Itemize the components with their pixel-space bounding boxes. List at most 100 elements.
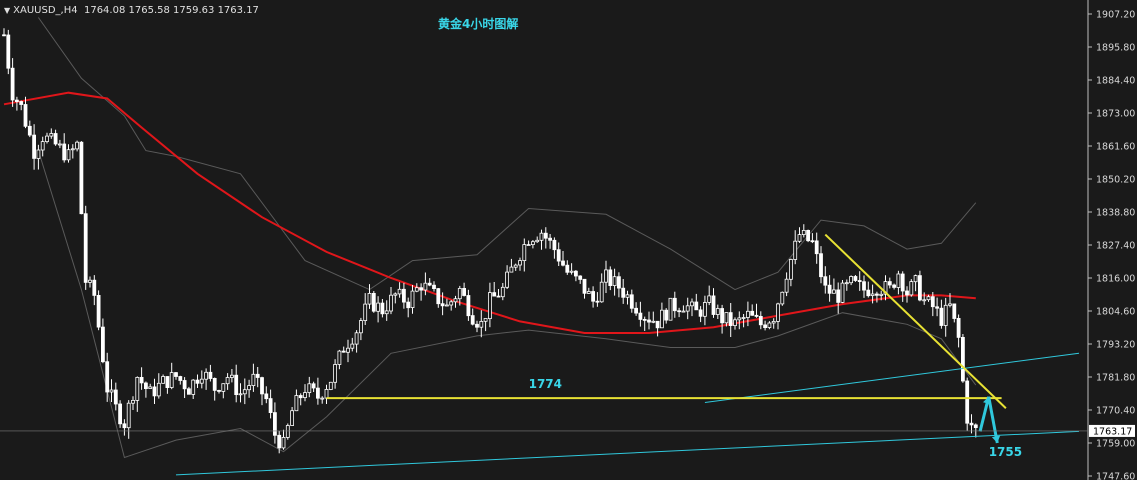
price-tick-label: 1781.80 [1096,373,1135,384]
candle-body [406,301,411,309]
candle-body [496,295,501,298]
candle-body [887,281,892,286]
chart-canvas: 1907.20 1895.80 1884.40 1873.00 1861.60 1850.… [0,0,1137,480]
candle-body [255,373,260,378]
candle-body [217,389,221,392]
candle-body [556,249,561,262]
candle-body [264,393,269,400]
candle-body [973,424,978,428]
candle-body [182,380,187,390]
candle-body [290,410,295,426]
last-price-label: 1763.17 [1093,426,1132,437]
candle-body [208,371,213,379]
candle-body [780,291,785,305]
candle-body [475,323,479,328]
candle-body [229,374,234,378]
candle-body [681,310,686,313]
candle-body [690,301,694,307]
candle-body [672,297,677,312]
candle-body [879,293,884,296]
candle-body [870,293,875,297]
chart-title: 黄金4小时图解 [438,17,519,31]
candle-body [922,299,927,302]
candle-body [186,388,191,395]
candle-body [6,34,11,69]
candle-body [371,292,376,312]
candle-body [333,364,338,383]
symbol-name: XAUUSD_,H4 [13,5,78,16]
candle-body [440,303,445,307]
candle-body [58,143,62,146]
candle-body [569,270,574,273]
candle-body [939,307,944,326]
candle-body [401,288,406,303]
candle-body [750,310,755,316]
candle-body [462,287,467,296]
candle-body [810,240,815,243]
candle-body [19,101,24,105]
price-tick-label: 1793.20 [1096,340,1135,351]
collapse-triangle-icon[interactable]: ▼ [4,6,10,15]
candle-body [797,234,802,242]
candle-body [234,374,239,396]
candle-body [427,282,432,286]
candle-body [165,376,170,389]
candle-body [70,148,75,151]
candle-body [703,302,707,317]
candle-body [268,398,273,414]
candle-body [277,434,282,449]
candle-body [892,284,896,288]
support-level-label: 1774 [529,377,562,391]
candle-body [148,386,153,389]
candle-body [2,34,6,37]
candle-body [531,241,535,245]
candle-body [875,293,879,296]
candle-body [96,294,101,328]
candle-body [694,301,699,311]
candle-body [75,141,79,150]
candle-body [479,320,484,328]
candle-body [509,266,514,273]
candle-body [285,425,290,438]
candle-body [574,270,578,277]
candle-body [487,292,492,320]
candle-body [410,290,415,309]
candle-body [651,320,656,323]
candle-body [767,322,772,328]
candle-body [840,282,845,303]
candle-body [827,284,832,294]
candle-body [789,259,793,280]
candle-body [655,320,660,329]
candle-body [384,310,389,315]
candle-body [793,240,798,260]
candle-body [552,239,557,251]
candle-body [715,308,720,315]
candle-body [599,281,604,303]
candle-body [303,392,307,399]
candle-body [36,149,41,159]
candle-body [346,347,350,353]
candle-body [539,232,544,241]
candle-body [664,309,669,321]
candle-body [393,293,398,296]
candle-body [363,303,368,322]
candle-body [500,286,505,298]
candle-body [909,281,914,296]
candle-body [543,232,548,239]
candle-body [943,304,948,326]
candle-body [483,318,488,322]
candle-body [952,303,957,319]
candle-body [453,298,458,303]
candle-body [801,229,806,235]
candle-body [432,284,436,290]
candle-body [823,276,828,286]
candle-body [677,310,681,313]
candle-body [926,296,931,301]
candle-body [513,264,518,268]
candle-body [642,318,647,321]
candle-body [260,377,264,395]
candle-body [178,376,183,381]
candle-body [281,436,286,449]
candle-body [720,308,724,324]
candle-body [307,383,312,393]
